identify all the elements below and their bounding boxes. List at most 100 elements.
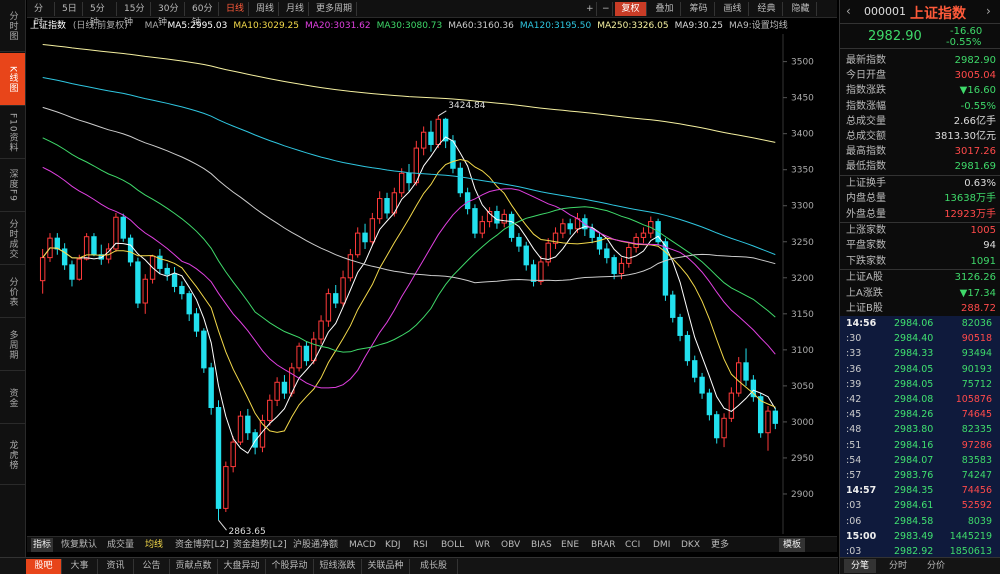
indicator-tab-14[interactable]: ENE bbox=[561, 538, 579, 552]
tick-row: :54 2984.07 83583 bbox=[840, 452, 1000, 468]
indicator-tab-8[interactable]: KDJ bbox=[385, 538, 401, 552]
indicator-tab-6[interactable]: 沪股通净额 bbox=[293, 538, 338, 552]
toolbar-item-2[interactable]: 复权 bbox=[615, 2, 647, 16]
period-tab-2[interactable]: 5分钟 bbox=[87, 2, 117, 28]
indicator-template-button[interactable]: 模板 bbox=[779, 538, 806, 552]
candle-body bbox=[120, 216, 126, 239]
toolbar-item-3[interactable]: 叠加 bbox=[649, 2, 681, 16]
left-tab-2[interactable]: F10资料 bbox=[0, 107, 25, 159]
indicator-tab-15[interactable]: BRAR bbox=[591, 538, 615, 552]
period-tab-5[interactable]: 60分钟 bbox=[189, 2, 219, 28]
candle-body bbox=[237, 415, 244, 443]
tick-row: :57 2983.76 74247 bbox=[840, 468, 1000, 484]
indicator-tab-17[interactable]: DMI bbox=[653, 538, 670, 552]
indicator-tab-12[interactable]: OBV bbox=[501, 538, 520, 552]
tick-price: 2984.58 bbox=[894, 515, 934, 527]
left-tab-8[interactable]: 龙虎榜 bbox=[0, 425, 25, 485]
candle-body bbox=[684, 334, 691, 362]
bottom-tab-1[interactable]: 大事 bbox=[62, 559, 98, 574]
prev-stock-icon[interactable]: ‹ bbox=[846, 4, 851, 18]
indicator-tab-13[interactable]: BIAS bbox=[531, 538, 552, 552]
toolbar-item-0[interactable]: + bbox=[583, 2, 597, 16]
stat-label: 下跌家数 bbox=[846, 255, 886, 267]
y-tick-label: 3200 bbox=[791, 274, 814, 284]
bottom-tab-5[interactable]: 大盘异动 bbox=[218, 559, 266, 574]
panel-tab-1[interactable]: 分时 bbox=[882, 559, 914, 573]
period-tab-4[interactable]: 30分钟 bbox=[155, 2, 185, 28]
indicator-tab-18[interactable]: DKX bbox=[681, 538, 700, 552]
bottom-tab-6[interactable]: 个股异动 bbox=[266, 559, 314, 574]
period-tab-7[interactable]: 周线 bbox=[253, 2, 279, 16]
tick-time: :03 bbox=[846, 500, 862, 512]
y-tick-label: 3350 bbox=[791, 166, 814, 176]
ma-value-0: MA5:2995.03 bbox=[167, 21, 228, 31]
panel-tab-0[interactable]: 分笔 bbox=[844, 559, 876, 573]
indicator-tab-0[interactable]: 指标 bbox=[31, 538, 54, 552]
y-tick-label: 3400 bbox=[791, 130, 814, 140]
bottom-tab-3[interactable]: 公告 bbox=[134, 559, 170, 574]
bottom-tab-8[interactable]: 关联品种 bbox=[362, 559, 410, 574]
ma-value-8: MA9:设置均线 bbox=[729, 21, 788, 31]
y-tick-label: 3250 bbox=[791, 238, 814, 248]
indicator-tab-1[interactable]: 恢复默认 bbox=[61, 538, 97, 552]
tick-price: 2984.26 bbox=[894, 409, 934, 421]
chart-mode: (日线,前复权) bbox=[72, 21, 128, 31]
left-tab-4[interactable]: 分时成交 bbox=[0, 213, 25, 265]
indicator-tab-5[interactable]: 资金趋势[L2] bbox=[233, 538, 287, 552]
tick-volume: 52592 bbox=[961, 500, 992, 512]
indicator-tab-16[interactable]: CCI bbox=[625, 538, 640, 552]
indicator-tab-10[interactable]: BOLL bbox=[441, 538, 464, 552]
bottom-tab-9[interactable]: 成长股 bbox=[410, 559, 458, 574]
panel-tab-2[interactable]: 分价 bbox=[920, 559, 952, 573]
candle-body bbox=[721, 417, 727, 439]
candle-body bbox=[296, 345, 302, 369]
candle-body bbox=[736, 362, 742, 394]
indicator-tab-11[interactable]: WR bbox=[475, 538, 490, 552]
bottom-tab-4[interactable]: 贡献点数 bbox=[170, 559, 218, 574]
left-tab-3[interactable]: 深度F9 bbox=[0, 160, 25, 212]
bottom-tab-7[interactable]: 短线涨跌 bbox=[314, 559, 362, 574]
indicator-tab-2[interactable]: 成交量 bbox=[107, 538, 134, 552]
toolbar-item-5[interactable]: 画线 bbox=[717, 2, 749, 16]
next-stock-icon[interactable]: › bbox=[986, 4, 991, 18]
tick-volume: 97286 bbox=[961, 439, 992, 451]
candle-body bbox=[596, 236, 603, 250]
bottom-tab-2[interactable]: 资讯 bbox=[98, 559, 134, 574]
toolbar-item-4[interactable]: 筹码 bbox=[683, 2, 715, 16]
toolbar-item-7[interactable]: 隐藏 bbox=[785, 2, 817, 16]
candle-body bbox=[765, 410, 771, 434]
left-tab-6[interactable]: 多周期 bbox=[0, 319, 25, 371]
left-tab-7[interactable]: 资金 bbox=[0, 372, 25, 424]
toolbar-item-1[interactable]: − bbox=[599, 2, 613, 16]
indicator-tab-7[interactable]: MACD bbox=[349, 538, 376, 552]
indicator-tab-3[interactable]: 均线 bbox=[145, 538, 163, 552]
left-tab-1[interactable]: K线图 bbox=[0, 53, 25, 106]
period-tab-0[interactable]: 分时 bbox=[31, 2, 55, 28]
bottom-tab-0[interactable]: 股吧 bbox=[26, 559, 62, 574]
tick-price: 2983.76 bbox=[894, 470, 934, 481]
left-tab-bar: 分时图 K线图 F10资料 深度F9 分时成交 分价表 多周期 资金 龙虎榜 bbox=[0, 0, 26, 557]
left-tab-5[interactable]: 分价表 bbox=[0, 266, 25, 318]
indicator-tab-19[interactable]: 更多 bbox=[711, 538, 729, 552]
annotation-label: 3424.84 bbox=[448, 101, 485, 111]
period-tab-8[interactable]: 月线 bbox=[283, 2, 309, 16]
tick-volume: 90518 bbox=[961, 333, 992, 345]
stat-row: 最新指数 2982.90 bbox=[840, 53, 1000, 68]
indicator-tab-4[interactable]: 资金博弈[L2] bbox=[175, 538, 229, 552]
ma-value-7: MA9:30.25 bbox=[674, 21, 724, 31]
candle-body bbox=[267, 399, 273, 421]
left-tab-0[interactable]: 分时图 bbox=[0, 0, 25, 52]
kline-chart[interactable]: 3500 3450 3400 3350 3300 3250 3200 3150 3100 3050… bbox=[27, 34, 837, 534]
candle-body bbox=[728, 392, 735, 419]
period-tab-1[interactable]: 5日 bbox=[59, 2, 83, 16]
period-tab-3[interactable]: 15分钟 bbox=[121, 2, 151, 28]
candle-body bbox=[362, 232, 368, 243]
indicator-tab-9[interactable]: RSI bbox=[413, 538, 428, 552]
tick-price: 2984.07 bbox=[894, 454, 934, 466]
tick-price: 2983.49 bbox=[894, 530, 934, 542]
period-tab-6[interactable]: 日线 bbox=[223, 2, 249, 16]
candle-body bbox=[39, 257, 46, 282]
stat-value: 3813.30亿元 bbox=[934, 131, 996, 142]
period-tab-9[interactable]: 更多周期 bbox=[313, 2, 357, 16]
toolbar-item-6[interactable]: 经典 bbox=[751, 2, 783, 16]
